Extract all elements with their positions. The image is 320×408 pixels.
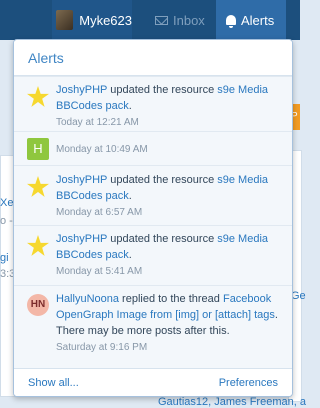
alert-item[interactable]: JoshyPHP updated the resource s9e Media … — [14, 165, 292, 225]
alert-user-link[interactable]: JoshyPHP — [56, 174, 107, 186]
alert-item[interactable]: JoshyPHP updated the resource s9e Media … — [14, 76, 292, 131]
alert-time: Monday at 5:41 AM — [56, 266, 143, 277]
envelope-icon — [155, 15, 168, 25]
alerts-popup: Alerts JoshyPHP updated the resource s9e… — [13, 39, 293, 397]
bell-icon — [226, 15, 236, 28]
alert-body: HallyuNoona replied to the thread Facebo… — [56, 291, 282, 356]
alert-suffix: . — [128, 100, 132, 112]
inbox-label: Inbox — [173, 12, 205, 28]
alert-time: Monday at 10:49 AM — [56, 144, 148, 155]
alerts-popup-header: Alerts — [14, 40, 292, 76]
bg-text-fragment: Ge — [291, 290, 306, 302]
alert-action: updated the resource — [110, 84, 215, 96]
h-avatar[interactable]: H — [27, 138, 49, 160]
user-menu[interactable]: Myke623 — [52, 0, 132, 40]
show-all-link[interactable]: Show all... — [28, 377, 79, 389]
alert-action: replied to the thread — [122, 293, 220, 305]
alerts-popup-title: Alerts — [28, 49, 64, 66]
alert-body: JoshyPHP updated the resource s9e Media … — [56, 231, 282, 280]
alert-user-link[interactable]: JoshyPHP — [56, 84, 107, 96]
alert-item[interactable]: HN HallyuNoona replied to the thread Fac… — [14, 285, 292, 368]
username: Myke623 — [79, 12, 132, 28]
alert-item[interactable]: JoshyPHP updated the resource s9e Media … — [14, 225, 292, 285]
star-icon — [27, 86, 49, 107]
alert-user-link[interactable]: HallyuNoona — [56, 293, 119, 305]
alert-action: updated the resource — [110, 174, 215, 186]
top-navigation-bar: Myke623 Inbox Alerts — [0, 0, 300, 40]
alert-time: Saturday at 9:16 PM — [56, 342, 148, 353]
alerts-tab[interactable]: Alerts — [216, 0, 286, 40]
inbox-tab[interactable]: Inbox — [137, 0, 212, 40]
alert-time: Today at 12:21 AM — [56, 117, 139, 128]
alert-suffix: . — [128, 190, 132, 202]
alert-body: JoshyPHP updated the resource s9e Media … — [56, 172, 282, 221]
star-icon — [27, 176, 49, 197]
hn-avatar[interactable]: HN — [27, 294, 49, 316]
alert-action: updated the resource — [110, 233, 215, 245]
bg-text-fragment: gi — [0, 252, 9, 264]
alerts-popup-footer: Show all... Preferences — [14, 368, 292, 396]
star-icon — [27, 235, 49, 256]
preferences-link[interactable]: Preferences — [219, 377, 278, 389]
alert-suffix: . — [128, 249, 132, 261]
bg-text-fragment: Gautias12, James Freeman, a — [158, 396, 306, 408]
alert-item[interactable]: H Monday at 10:49 AM — [14, 131, 292, 165]
alert-time: Monday at 6:57 AM — [56, 207, 143, 218]
alert-user-link[interactable]: JoshyPHP — [56, 233, 107, 245]
alert-body: JoshyPHP updated the resource s9e Media … — [56, 82, 282, 131]
bg-text-fragment: o - — [0, 215, 13, 227]
alerts-label: Alerts — [241, 12, 275, 28]
alert-body: Monday at 10:49 AM — [56, 141, 282, 158]
user-avatar — [56, 10, 74, 30]
